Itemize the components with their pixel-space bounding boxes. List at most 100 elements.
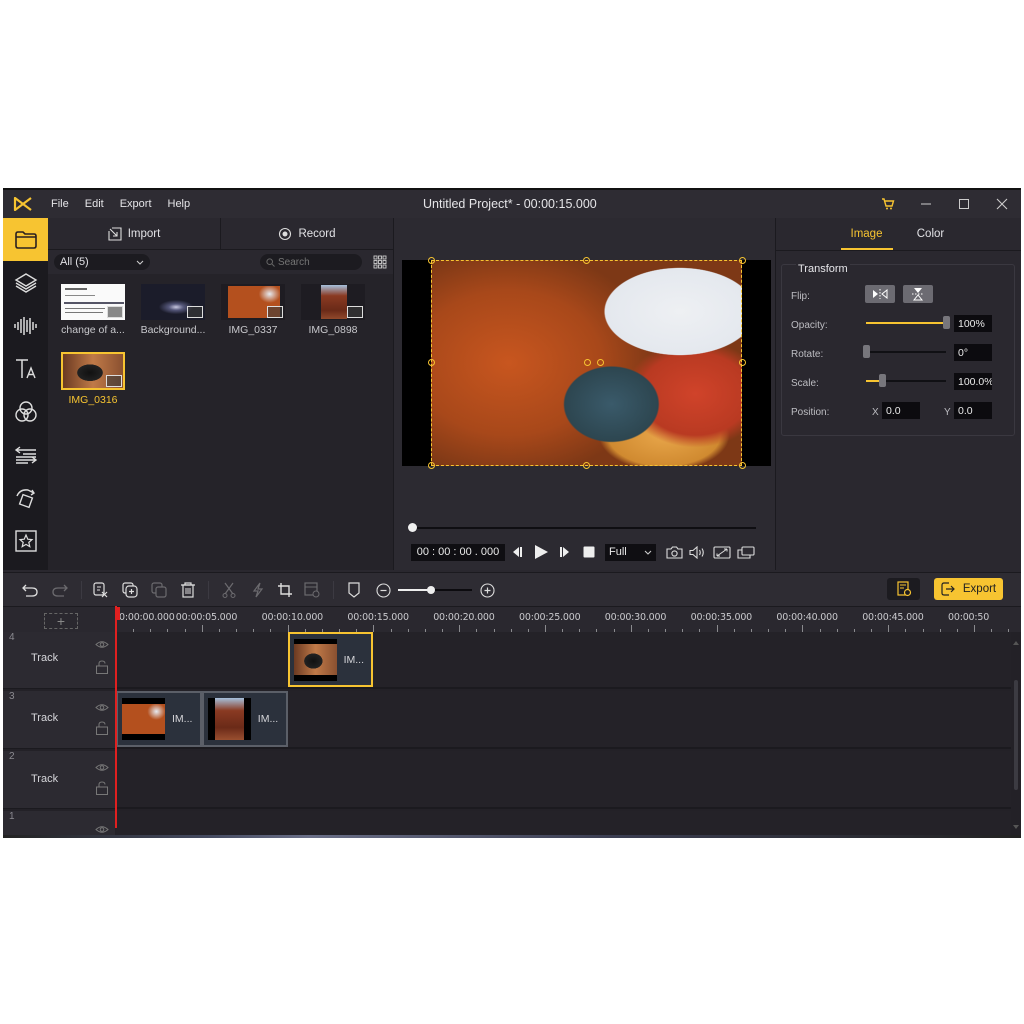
volume-button[interactable] bbox=[686, 545, 710, 559]
eye-icon[interactable] bbox=[95, 763, 109, 772]
scrubber-knob[interactable] bbox=[408, 523, 417, 532]
marker-button[interactable] bbox=[339, 578, 368, 602]
rail-layers[interactable] bbox=[3, 261, 48, 304]
media-item[interactable]: Background... bbox=[140, 284, 206, 336]
resize-handle[interactable] bbox=[739, 359, 746, 366]
flip-vertical-button[interactable] bbox=[903, 285, 933, 303]
rotate-handle[interactable] bbox=[584, 359, 591, 366]
resize-handle[interactable] bbox=[739, 257, 746, 264]
unlock-icon[interactable] bbox=[96, 721, 108, 735]
undo-button[interactable] bbox=[15, 578, 44, 602]
import-button[interactable]: Import bbox=[48, 218, 220, 249]
resize-handle[interactable] bbox=[428, 462, 435, 469]
add-track-button[interactable]: + bbox=[44, 613, 78, 629]
resize-handle[interactable] bbox=[739, 462, 746, 469]
menu-export[interactable]: Export bbox=[112, 198, 160, 210]
position-y-input[interactable] bbox=[954, 402, 992, 419]
project-settings-button[interactable] bbox=[887, 578, 920, 600]
stop-button[interactable] bbox=[577, 546, 601, 558]
timeline-vertical-scrollbar[interactable] bbox=[1013, 640, 1019, 830]
opacity-input[interactable] bbox=[954, 315, 992, 332]
eye-icon[interactable] bbox=[95, 640, 109, 649]
flip-horizontal-button[interactable] bbox=[865, 285, 895, 303]
minimize-icon[interactable] bbox=[907, 190, 945, 218]
anchor-handle[interactable] bbox=[597, 359, 604, 366]
track-lane[interactable]: IM... bbox=[116, 632, 1011, 689]
maximize-icon[interactable] bbox=[945, 190, 983, 218]
rail-text[interactable] bbox=[3, 347, 48, 390]
track-lane[interactable] bbox=[116, 751, 1011, 809]
media-item[interactable]: IMG_0337 bbox=[220, 284, 286, 336]
preview-scrubber[interactable] bbox=[408, 523, 756, 532]
clip-settings-button[interactable] bbox=[297, 578, 326, 602]
snapshot-button[interactable] bbox=[662, 545, 686, 559]
duplicate-button[interactable] bbox=[115, 578, 144, 602]
timeline-ruler[interactable]: + 0:00:00.000 00:00:05.000 00:00:10.000 00:… bbox=[3, 606, 1021, 633]
rotate-slider[interactable] bbox=[863, 345, 946, 358]
clear-button[interactable] bbox=[86, 578, 115, 602]
rail-transitions[interactable] bbox=[3, 433, 48, 476]
scrollbar-thumb[interactable] bbox=[1014, 680, 1018, 790]
cart-icon[interactable] bbox=[869, 190, 907, 218]
zoom-knob[interactable] bbox=[427, 586, 436, 594]
delete-button[interactable] bbox=[173, 578, 202, 602]
search-input[interactable] bbox=[278, 256, 356, 268]
unlock-icon[interactable] bbox=[96, 781, 108, 795]
scale-slider[interactable] bbox=[866, 374, 946, 387]
resize-handle[interactable] bbox=[428, 257, 435, 264]
timeline-clip[interactable]: IM... bbox=[116, 691, 202, 747]
rotate-input[interactable] bbox=[954, 344, 992, 361]
scroll-down-icon[interactable] bbox=[1013, 825, 1019, 830]
zoom-out-button[interactable] bbox=[369, 578, 398, 602]
play-button[interactable] bbox=[529, 544, 553, 560]
crop-button[interactable] bbox=[270, 578, 299, 602]
close-icon[interactable] bbox=[983, 190, 1021, 218]
menu-edit[interactable]: Edit bbox=[77, 198, 112, 210]
media-item[interactable]: IMG_0316 bbox=[60, 352, 126, 406]
slider-knob[interactable] bbox=[943, 316, 950, 329]
redo-button[interactable] bbox=[45, 578, 74, 602]
rail-stickers[interactable] bbox=[3, 519, 48, 562]
tab-color[interactable]: Color bbox=[899, 218, 963, 250]
eye-icon[interactable] bbox=[95, 825, 109, 834]
rail-media[interactable] bbox=[3, 218, 48, 261]
menu-help[interactable]: Help bbox=[160, 198, 199, 210]
timeline-clip[interactable]: IM... bbox=[201, 691, 288, 747]
slider-knob[interactable] bbox=[879, 374, 886, 387]
track-lane[interactable]: IM... IM... bbox=[116, 691, 1011, 749]
scroll-up-icon[interactable] bbox=[1013, 640, 1019, 645]
scale-input[interactable] bbox=[954, 373, 992, 390]
resize-handle[interactable] bbox=[428, 359, 435, 366]
rail-audio[interactable] bbox=[3, 304, 48, 347]
paste-button[interactable] bbox=[144, 578, 173, 602]
timeline-clip[interactable]: IM... bbox=[287, 632, 374, 687]
position-x-input[interactable] bbox=[882, 402, 920, 419]
tab-image[interactable]: Image bbox=[835, 218, 899, 250]
track-lane[interactable] bbox=[116, 811, 1011, 838]
slider-knob[interactable] bbox=[863, 345, 870, 358]
media-filter-dropdown[interactable]: All (5) bbox=[54, 254, 150, 270]
record-button[interactable]: Record bbox=[220, 218, 393, 249]
export-button[interactable]: Export bbox=[934, 578, 1003, 600]
detach-preview-button[interactable] bbox=[734, 545, 758, 559]
playhead[interactable] bbox=[115, 606, 117, 828]
playhead-handle[interactable] bbox=[115, 607, 120, 620]
rail-filters[interactable] bbox=[3, 390, 48, 433]
menu-file[interactable]: File bbox=[43, 198, 77, 210]
rail-animation[interactable] bbox=[3, 476, 48, 519]
fullscreen-button[interactable] bbox=[710, 545, 734, 559]
next-frame-button[interactable] bbox=[553, 546, 577, 558]
resize-handle[interactable] bbox=[583, 257, 590, 264]
timeline-zoom-slider[interactable] bbox=[398, 586, 472, 594]
media-item[interactable]: IMG_0898 bbox=[300, 284, 366, 336]
zoom-in-button[interactable] bbox=[473, 578, 502, 602]
preview-quality-dropdown[interactable]: Full bbox=[605, 543, 656, 561]
resize-handle[interactable] bbox=[583, 462, 590, 469]
unlock-icon[interactable] bbox=[96, 660, 108, 674]
media-item[interactable]: change of a... bbox=[60, 284, 126, 336]
split-button[interactable] bbox=[214, 578, 243, 602]
preview-canvas[interactable] bbox=[402, 257, 771, 469]
grid-view-icon[interactable] bbox=[373, 255, 387, 269]
opacity-slider[interactable] bbox=[866, 316, 950, 329]
speed-button[interactable] bbox=[243, 578, 272, 602]
